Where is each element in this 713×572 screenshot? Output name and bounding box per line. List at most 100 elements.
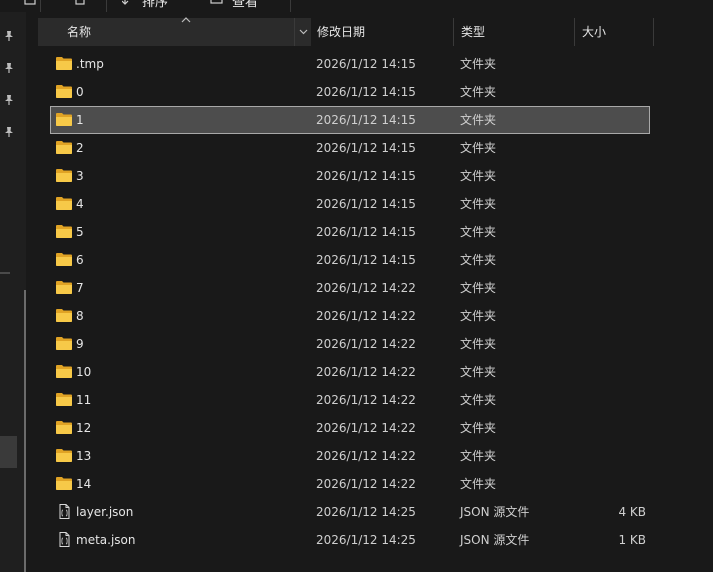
file-date-modified: 2026/1/12 14:22 <box>316 309 416 323</box>
file-row[interactable]: 12 2026/1/12 14:22 文件夹 <box>50 414 650 442</box>
toolbar-separator <box>106 0 107 12</box>
file-name: 1 <box>76 113 84 127</box>
file-row[interactable]: meta.json 2026/1/12 14:25 JSON 源文件 1 KB <box>50 526 650 554</box>
file-type: JSON 源文件 <box>460 533 530 547</box>
folder-icon <box>56 85 72 98</box>
file-size: 1 KB <box>618 533 646 547</box>
sort-icon <box>122 0 129 5</box>
file-name: meta.json <box>76 533 136 547</box>
folder-icon <box>56 393 72 406</box>
file-name: 5 <box>76 225 84 239</box>
file-type: 文件夹 <box>460 477 497 491</box>
file-row[interactable]: 5 2026/1/12 14:15 文件夹 <box>50 218 650 246</box>
column-header-type[interactable]: 类型 <box>454 18 575 46</box>
file-row[interactable]: 3 2026/1/12 14:15 文件夹 <box>50 162 650 190</box>
file-type: 文件夹 <box>460 197 497 211</box>
nav-scrollbar[interactable] <box>24 290 26 572</box>
file-date-modified: 2026/1/12 14:22 <box>316 281 416 295</box>
file-row[interactable]: 1 2026/1/12 14:15 文件夹 <box>50 106 650 134</box>
folder-icon <box>56 421 72 434</box>
column-header-type-label: 类型 <box>461 25 486 39</box>
file-date-modified: 2026/1/12 14:15 <box>316 225 416 239</box>
json-file-icon <box>59 504 70 519</box>
folder-icon <box>56 253 72 266</box>
file-name: 3 <box>76 169 84 183</box>
command-bar: 排序 查看 <box>0 0 713 12</box>
file-row[interactable]: 0 2026/1/12 14:15 文件夹 <box>50 78 650 106</box>
file-type: 文件夹 <box>460 169 497 183</box>
folder-icon <box>56 113 72 126</box>
folder-icon <box>56 477 72 490</box>
file-type: JSON 源文件 <box>460 505 530 519</box>
nav-selected-item[interactable] <box>0 436 17 468</box>
file-row[interactable]: 11 2026/1/12 14:22 文件夹 <box>50 386 650 414</box>
folder-icon <box>56 169 72 182</box>
file-row[interactable]: 6 2026/1/12 14:15 文件夹 <box>50 246 650 274</box>
pin-icon[interactable] <box>3 30 15 42</box>
toolbar-separator <box>40 0 41 12</box>
file-row[interactable]: layer.json 2026/1/12 14:25 JSON 源文件 4 KB <box>50 498 650 526</box>
folder-icon <box>56 197 72 210</box>
checkbox-icon[interactable] <box>24 0 36 6</box>
file-row[interactable]: 2 2026/1/12 14:15 文件夹 <box>50 134 650 162</box>
file-name: layer.json <box>76 505 134 519</box>
pin-icon[interactable] <box>3 62 15 74</box>
file-name: 12 <box>76 421 92 435</box>
folder-icon <box>56 225 72 238</box>
folder-icon <box>56 57 72 70</box>
file-name: 4 <box>76 197 84 211</box>
file-type: 文件夹 <box>460 113 497 127</box>
file-date-modified: 2026/1/12 14:15 <box>316 253 416 267</box>
file-type: 文件夹 <box>460 365 497 379</box>
folder-icon <box>56 281 72 294</box>
column-header-name[interactable]: 名称 <box>38 18 310 46</box>
file-row[interactable]: 13 2026/1/12 14:22 文件夹 <box>50 442 650 470</box>
sort-ascending-icon <box>181 17 191 23</box>
file-date-modified: 2026/1/12 14:22 <box>316 421 416 435</box>
file-date-modified: 2026/1/12 14:15 <box>316 197 416 211</box>
column-header-size[interactable]: 大小 <box>575 18 654 46</box>
file-list: 名称 修改日期 类型 大小 .tmp 2026/1/12 14:15 文件夹 0 202… <box>38 12 713 572</box>
file-type: 文件夹 <box>460 225 497 239</box>
file-name: 8 <box>76 309 84 323</box>
file-date-modified: 2026/1/12 14:25 <box>316 505 416 519</box>
column-header-date[interactable]: 修改日期 <box>310 18 454 46</box>
file-type: 文件夹 <box>460 309 497 323</box>
pin-icon[interactable] <box>3 94 15 106</box>
file-date-modified: 2026/1/12 14:15 <box>316 57 416 71</box>
file-type: 文件夹 <box>460 85 497 99</box>
sort-button[interactable]: 排序 <box>142 0 168 10</box>
file-row[interactable]: 7 2026/1/12 14:22 文件夹 <box>50 274 650 302</box>
file-date-modified: 2026/1/12 14:15 <box>316 85 416 99</box>
file-name: 6 <box>76 253 84 267</box>
file-name: 10 <box>76 365 92 379</box>
paste-icon[interactable] <box>74 0 86 6</box>
toolbar-separator <box>290 0 291 12</box>
file-name: 2 <box>76 141 84 155</box>
folder-icon <box>56 141 72 154</box>
file-date-modified: 2026/1/12 14:22 <box>316 449 416 463</box>
column-header-size-label: 大小 <box>582 25 607 39</box>
file-row[interactable]: 8 2026/1/12 14:22 文件夹 <box>50 302 650 330</box>
folder-icon <box>56 309 72 322</box>
file-row[interactable]: 9 2026/1/12 14:22 文件夹 <box>50 330 650 358</box>
file-row[interactable]: 14 2026/1/12 14:22 文件夹 <box>50 470 650 498</box>
file-name: 14 <box>76 477 92 491</box>
folder-icon <box>56 365 72 378</box>
file-date-modified: 2026/1/12 14:22 <box>316 365 416 379</box>
navigation-pane <box>0 12 26 572</box>
file-row[interactable]: 10 2026/1/12 14:22 文件夹 <box>50 358 650 386</box>
view-button[interactable]: 查看 <box>232 0 258 10</box>
file-row[interactable]: .tmp 2026/1/12 14:15 文件夹 <box>50 50 650 78</box>
file-type: 文件夹 <box>460 421 497 435</box>
file-name: 0 <box>76 85 84 99</box>
file-name: .tmp <box>76 57 104 71</box>
file-date-modified: 2026/1/12 14:15 <box>316 113 416 127</box>
column-filter-dropdown[interactable] <box>294 18 311 46</box>
file-type: 文件夹 <box>460 393 497 407</box>
pin-icon[interactable] <box>3 126 15 138</box>
file-row[interactable]: 4 2026/1/12 14:15 文件夹 <box>50 190 650 218</box>
nav-divider <box>0 272 10 274</box>
file-date-modified: 2026/1/12 14:22 <box>316 337 416 351</box>
file-type: 文件夹 <box>460 337 497 351</box>
